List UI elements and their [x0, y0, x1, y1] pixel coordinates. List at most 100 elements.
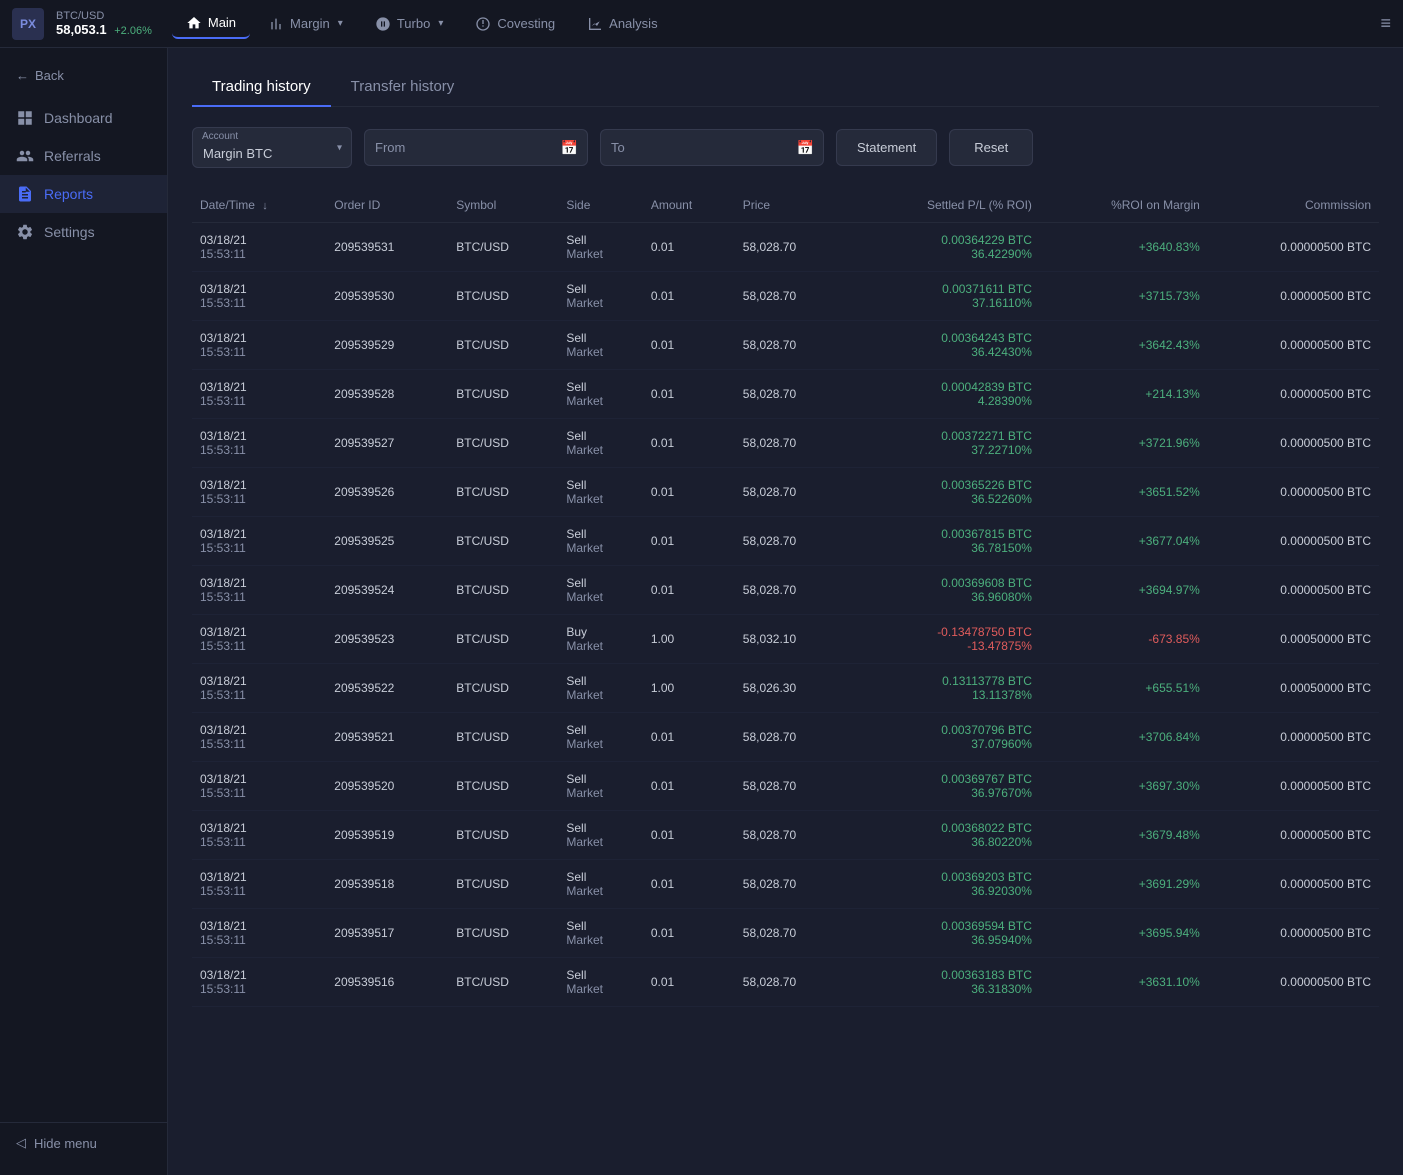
nav-turbo-label: Turbo: [397, 16, 430, 31]
table-row: 03/18/2115:53:11 209539529 BTC/USD SellM…: [192, 321, 1379, 370]
cell-pnl: 0.00369203 BTC 36.92030%: [846, 860, 1040, 909]
cell-symbol: BTC/USD: [448, 272, 558, 321]
cell-amount: 1.00: [643, 664, 735, 713]
cell-side: SellMarket: [558, 811, 642, 860]
cell-commission: 0.00000500 BTC: [1208, 762, 1379, 811]
cell-roi: +3651.52%: [1040, 468, 1208, 517]
cell-price: 58,028.70: [735, 909, 846, 958]
nav-covesting[interactable]: Covesting: [461, 10, 569, 38]
cell-roi: +3677.04%: [1040, 517, 1208, 566]
cell-commission: 0.00000500 BTC: [1208, 860, 1379, 909]
cell-side: SellMarket: [558, 860, 642, 909]
nav-analysis[interactable]: Analysis: [573, 10, 671, 38]
cell-pnl: -0.13478750 BTC -13.47875%: [846, 615, 1040, 664]
price-change: +2.06%: [114, 25, 152, 37]
sidebar-settings-label: Settings: [44, 224, 95, 240]
cell-side: SellMarket: [558, 517, 642, 566]
table-row: 03/18/2115:53:11 209539519 BTC/USD SellM…: [192, 811, 1379, 860]
cell-side: SellMarket: [558, 664, 642, 713]
cell-symbol: BTC/USD: [448, 909, 558, 958]
cell-price: 58,028.70: [735, 566, 846, 615]
nav-margin[interactable]: Margin ▾: [254, 10, 357, 38]
cell-amount: 0.01: [643, 811, 735, 860]
sidebar-reports-label: Reports: [44, 186, 93, 202]
cell-symbol: BTC/USD: [448, 860, 558, 909]
cell-side: SellMarket: [558, 713, 642, 762]
cell-datetime: 03/18/2115:53:11: [192, 958, 326, 1007]
nav-turbo[interactable]: Turbo ▾: [361, 10, 458, 38]
cell-amount: 0.01: [643, 958, 735, 1007]
cell-datetime: 03/18/2115:53:11: [192, 419, 326, 468]
cell-roi: +3706.84%: [1040, 713, 1208, 762]
col-datetime[interactable]: Date/Time ↓: [192, 188, 326, 223]
col-amount-label: Amount: [651, 198, 692, 212]
back-button[interactable]: ← Back: [0, 60, 167, 91]
reset-button[interactable]: Reset: [949, 129, 1033, 166]
hamburger-menu[interactable]: ≡: [1380, 13, 1391, 34]
cell-pnl: 0.00367815 BTC 36.78150%: [846, 517, 1040, 566]
tab-transfer-history[interactable]: Transfer history: [331, 68, 475, 107]
sidebar-item-referrals[interactable]: Referrals: [0, 137, 167, 175]
table-body: 03/18/2115:53:11 209539531 BTC/USD SellM…: [192, 223, 1379, 1007]
cell-side: SellMarket: [558, 321, 642, 370]
table-row: 03/18/2115:53:11 209539530 BTC/USD SellM…: [192, 272, 1379, 321]
cell-commission: 0.00000500 BTC: [1208, 321, 1379, 370]
cell-pnl: 0.13113778 BTC 13.11378%: [846, 664, 1040, 713]
covesting-icon: [475, 16, 491, 32]
tab-transfer-history-label: Transfer history: [351, 78, 455, 95]
cell-amount: 0.01: [643, 370, 735, 419]
cell-orderid: 209539528: [326, 370, 448, 419]
cell-price: 58,028.70: [735, 468, 846, 517]
cell-commission: 0.00000500 BTC: [1208, 566, 1379, 615]
reports-icon: [16, 185, 34, 203]
cell-roi: +3631.10%: [1040, 958, 1208, 1007]
col-side: Side: [558, 188, 642, 223]
cell-amount: 0.01: [643, 566, 735, 615]
sort-icon: ↓: [262, 200, 268, 212]
tab-trading-history[interactable]: Trading history: [192, 68, 331, 107]
table-row: 03/18/2115:53:11 209539516 BTC/USD SellM…: [192, 958, 1379, 1007]
cell-roi: +3694.97%: [1040, 566, 1208, 615]
referrals-icon: [16, 147, 34, 165]
cell-amount: 1.00: [643, 615, 735, 664]
hide-menu-arrow-icon: ◁: [16, 1135, 26, 1151]
nav-margin-label: Margin: [290, 16, 330, 31]
analysis-icon: [587, 16, 603, 32]
from-date-input[interactable]: [364, 129, 588, 166]
cell-commission: 0.00050000 BTC: [1208, 615, 1379, 664]
cell-commission: 0.00000500 BTC: [1208, 909, 1379, 958]
col-symbol-label: Symbol: [456, 198, 496, 212]
table-row: 03/18/2115:53:11 209539524 BTC/USD SellM…: [192, 566, 1379, 615]
nav-main[interactable]: Main: [172, 9, 250, 39]
cell-price: 58,028.70: [735, 419, 846, 468]
to-date-input[interactable]: [600, 129, 824, 166]
dashboard-icon: [16, 109, 34, 127]
col-commission-label: Commission: [1305, 198, 1371, 212]
cell-commission: 0.00000500 BTC: [1208, 811, 1379, 860]
cell-orderid: 209539522: [326, 664, 448, 713]
nav-covesting-label: Covesting: [497, 16, 555, 31]
cell-datetime: 03/18/2115:53:11: [192, 370, 326, 419]
trading-pair: BTC/USD: [56, 10, 152, 22]
cell-price: 58,028.70: [735, 713, 846, 762]
turbo-icon: [375, 16, 391, 32]
cell-amount: 0.01: [643, 909, 735, 958]
table-row: 03/18/2115:53:11 209539528 BTC/USD SellM…: [192, 370, 1379, 419]
sidebar-item-reports[interactable]: Reports: [0, 175, 167, 213]
hide-menu-button[interactable]: ◁ Hide menu: [16, 1135, 151, 1151]
sidebar-item-settings[interactable]: Settings: [0, 213, 167, 251]
cell-price: 58,026.30: [735, 664, 846, 713]
cell-pnl: 0.00369767 BTC 36.97670%: [846, 762, 1040, 811]
cell-symbol: BTC/USD: [448, 223, 558, 272]
cell-commission: 0.00000500 BTC: [1208, 223, 1379, 272]
table-row: 03/18/2115:53:11 209539523 BTC/USD BuyMa…: [192, 615, 1379, 664]
col-orderid-label: Order ID: [334, 198, 380, 212]
cell-price: 58,028.70: [735, 272, 846, 321]
back-label: Back: [35, 68, 64, 83]
cell-amount: 0.01: [643, 762, 735, 811]
statement-button[interactable]: Statement: [836, 129, 937, 166]
cell-side: BuyMarket: [558, 615, 642, 664]
cell-commission: 0.00000500 BTC: [1208, 419, 1379, 468]
sidebar-item-dashboard[interactable]: Dashboard: [0, 99, 167, 137]
cell-orderid: 209539531: [326, 223, 448, 272]
